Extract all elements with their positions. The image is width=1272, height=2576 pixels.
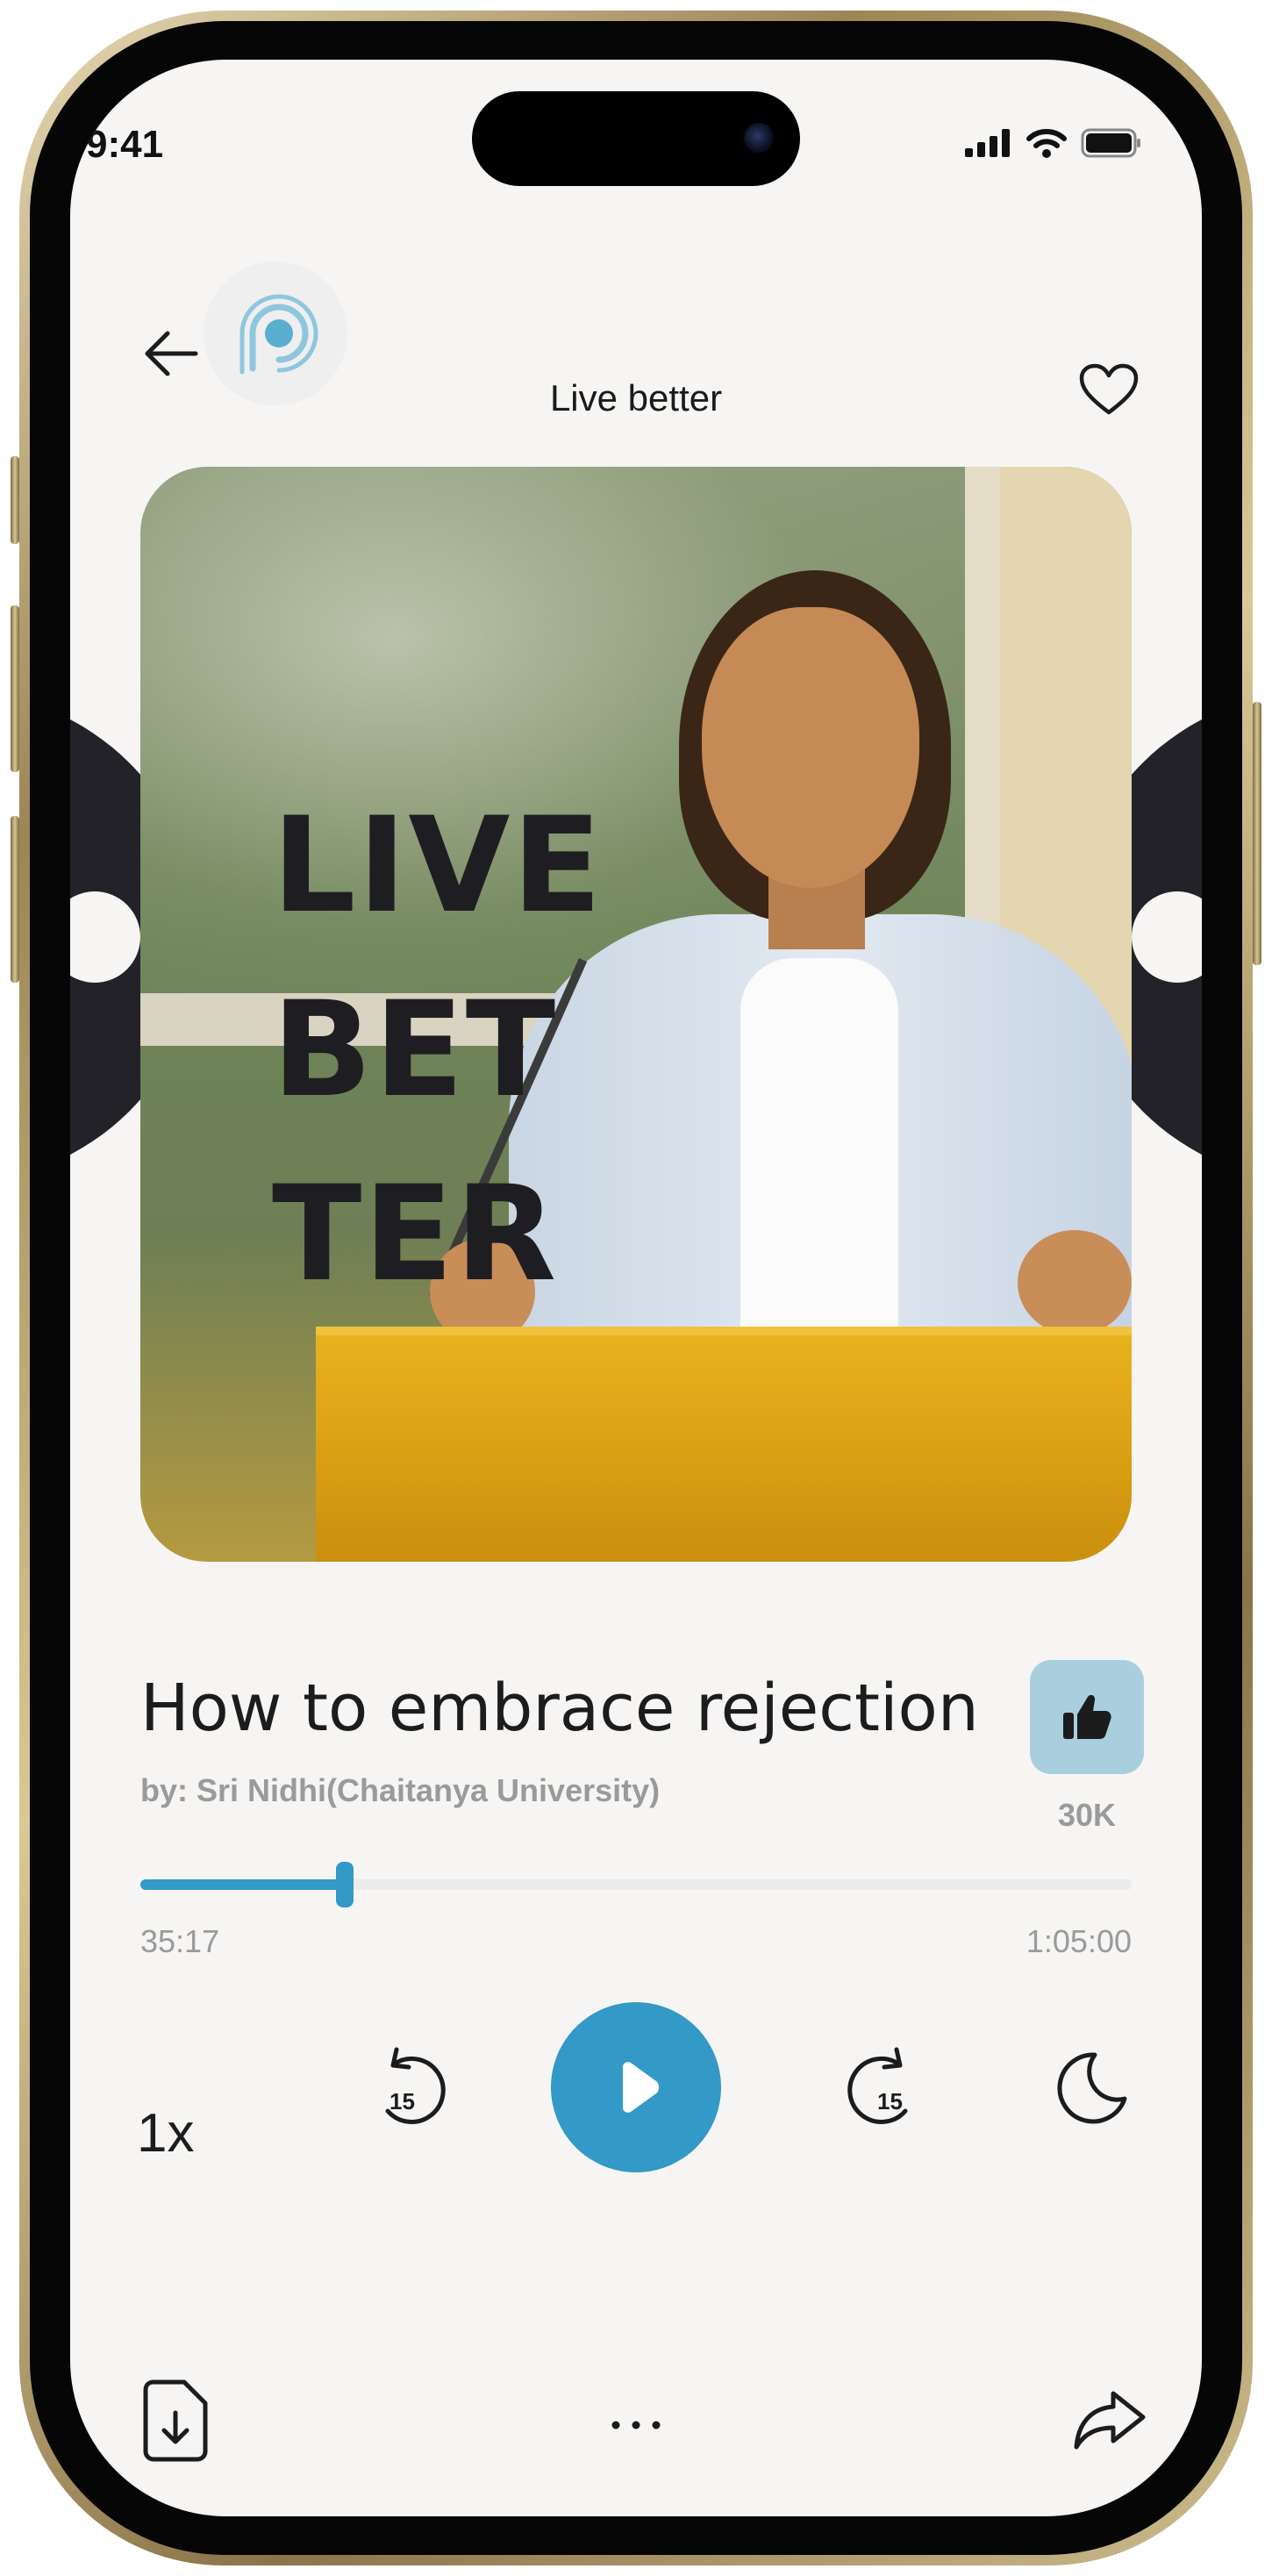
download-file-icon [143,2379,208,2462]
share-button[interactable] [1061,2376,1158,2464]
rewind-seconds-label: 15 [389,2088,415,2114]
battery-icon [1081,128,1140,158]
playback-speed-button[interactable]: 1x [137,2102,194,2165]
favorite-button[interactable] [1074,354,1144,425]
progress-thumb[interactable] [336,1862,354,1907]
artwork-title: LIVE BET TER [272,774,604,1327]
volume-down-button [11,816,19,983]
dynamic-island [472,91,800,186]
total-time: 1:05:00 [1025,1923,1132,1959]
signal-icon [965,129,1010,157]
forward-seconds-label: 15 [877,2088,903,2114]
speaker-face [702,607,919,888]
back-arrow-icon [145,331,198,376]
progress-bar[interactable] [140,1862,1132,1907]
status-time: 9:41 [86,123,164,166]
play-button[interactable] [551,2002,721,2172]
track-author: by: Sri Nidhi(Chaitanya University) [140,1772,661,1808]
volume-up-button [11,605,19,772]
screen: 9:41 Live better LIVE BET TER How to emb… [70,60,1202,2516]
forward-15-icon: 15 [847,2047,908,2124]
vinyl-hole [1132,891,1202,983]
progress-fill [140,1879,346,1890]
more-icon [611,2421,661,2429]
status-icons [965,128,1142,158]
thumbs-up-icon [1063,1694,1111,1739]
power-button [1253,702,1261,965]
sleep-timer-button[interactable] [1044,2039,1140,2136]
app-logo-icon [239,294,318,375]
artwork-title-line: TER [272,1158,559,1311]
sleep-timer-moon-icon [1057,2052,1127,2124]
front-camera [744,123,774,153]
like-button[interactable] [1030,1660,1144,1774]
speaker-tee [740,958,898,1327]
header-title: Live better [549,377,723,419]
more-options-button[interactable] [583,2390,689,2460]
artwork-title-line: BET [272,974,558,1127]
rewind-15-icon: 15 [385,2047,446,2124]
vinyl-hole [70,891,140,983]
speaker-hand [1018,1230,1132,1335]
share-icon [1074,2391,1146,2450]
play-icon [623,2062,659,2113]
artwork-title-line: LIVE [272,790,604,942]
current-time: 35:17 [140,1923,220,1959]
forward-button[interactable]: 15 [819,2025,942,2148]
wifi-icon [1026,129,1067,158]
track-title: How to embrace rejection [140,1671,979,1746]
download-button[interactable] [132,2372,219,2469]
rewind-button[interactable]: 15 [351,2025,474,2148]
podium [316,1335,1132,1562]
episode-artwork: LIVE BET TER [140,467,1132,1562]
action-button [11,456,19,544]
like-count: 30K [1057,1797,1117,1833]
heart-icon [1079,363,1139,415]
